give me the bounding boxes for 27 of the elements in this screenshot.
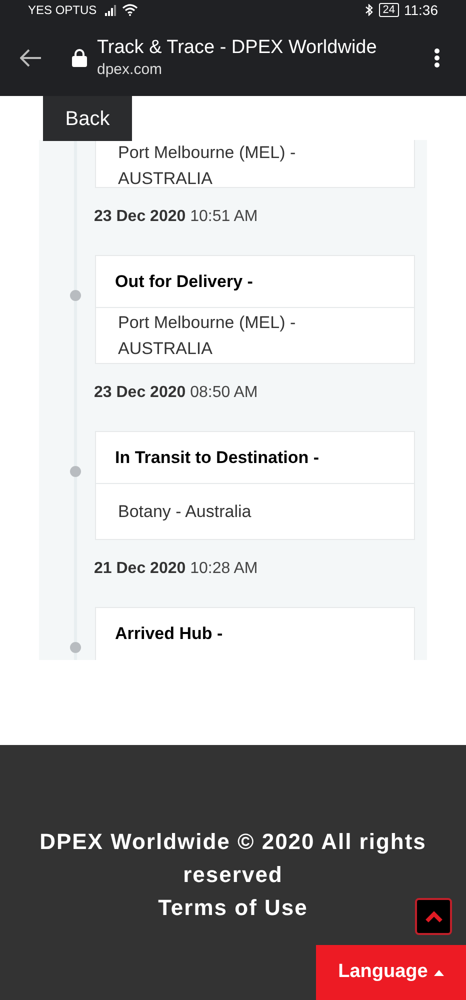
event-status: Arrived Hub - bbox=[115, 623, 223, 646]
event-location: Port Melbourne (MEL) - AUSTRALIA bbox=[118, 312, 297, 360]
caret-up-icon bbox=[434, 970, 444, 976]
lock-icon bbox=[72, 49, 87, 67]
page-title: Track & Trace - DPEX Worldwide bbox=[97, 36, 377, 60]
back-button[interactable]: Back bbox=[43, 96, 132, 141]
page-url: dpex.com bbox=[97, 60, 164, 80]
copyright-text: DPEX Worldwide © 2020 All rights reserved bbox=[38, 828, 428, 889]
language-button[interactable]: Language bbox=[316, 945, 466, 1000]
bluetooth-icon bbox=[364, 4, 373, 16]
event-timestamp: 23 Dec 2020 10:51 AM bbox=[93, 207, 259, 227]
event-timestamp: 23 Dec 2020 08:50 AM bbox=[93, 383, 259, 403]
scroll-top-button[interactable] bbox=[415, 898, 452, 935]
carrier-name: YES OPTUS bbox=[28, 2, 97, 19]
event-status: Out for Delivery - bbox=[115, 270, 253, 293]
more-options-icon[interactable] bbox=[434, 48, 440, 68]
wifi-icon bbox=[122, 4, 138, 16]
battery-icon: 24 bbox=[378, 3, 399, 17]
caret-up-icon bbox=[424, 910, 442, 922]
clock-time: 11:36 bbox=[404, 0, 438, 20]
event-location: Port Melbourne (MEL) - AUSTRALIA bbox=[118, 142, 297, 190]
event-timestamp: 21 Dec 2020 10:28 AM bbox=[93, 559, 259, 579]
event-location: Botany - Australia bbox=[118, 500, 252, 523]
event-status: In Transit to Destination - bbox=[115, 446, 320, 469]
terms-link[interactable]: Terms of Use bbox=[158, 891, 308, 924]
back-arrow-icon[interactable] bbox=[20, 49, 42, 67]
signal-icon bbox=[104, 4, 119, 16]
